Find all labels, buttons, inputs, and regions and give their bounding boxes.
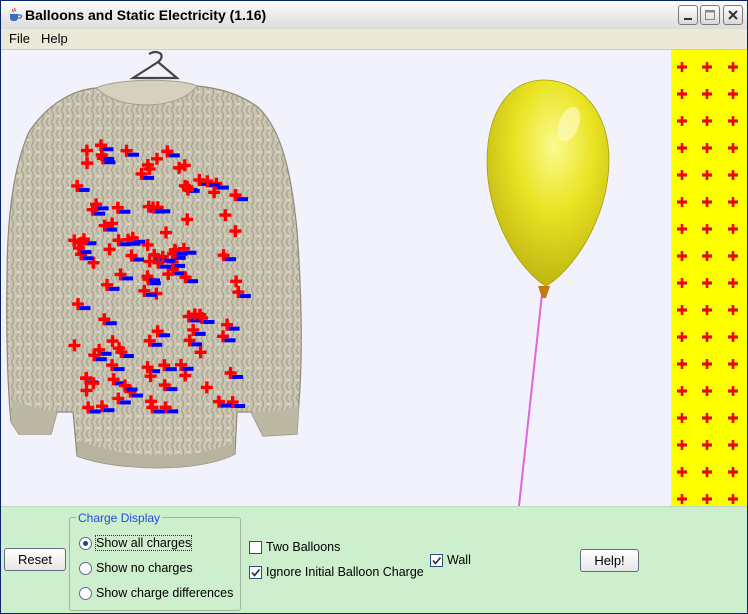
- close-button[interactable]: [723, 5, 743, 25]
- checkbox-box[interactable]: [430, 554, 443, 567]
- maximize-button[interactable]: [700, 5, 720, 25]
- checkbox-check-icon: [251, 568, 261, 577]
- control-panel: Reset Charge Display Show all charges Sh…: [1, 506, 747, 613]
- checkbox-label: Ignore Initial Balloon Charge: [266, 565, 424, 579]
- radio-unselected-icon[interactable]: [79, 587, 92, 600]
- checkbox-check-icon: [432, 556, 442, 565]
- checkbox-box[interactable]: [249, 541, 262, 554]
- balloon: [486, 79, 610, 506]
- radio-label: Show charge differences: [96, 586, 234, 600]
- close-icon: [728, 10, 738, 20]
- checkbox-label: Wall: [447, 553, 471, 567]
- java-cup-icon: [10, 7, 23, 21]
- balloon-string: [518, 293, 543, 506]
- window-title: Balloons and Static Electricity (1.16): [25, 7, 267, 23]
- charge-display-group: Charge Display Show all charges Show no …: [69, 511, 241, 611]
- help-button[interactable]: Help!: [580, 549, 639, 572]
- menu-help[interactable]: Help: [39, 31, 70, 46]
- minimize-button[interactable]: [678, 5, 698, 25]
- title-bar[interactable]: Balloons and Static Electricity (1.16): [1, 1, 747, 30]
- radio-label: Show all charges: [94, 535, 193, 551]
- balloon-body: [486, 79, 610, 287]
- balloon-knot: [538, 286, 550, 298]
- simulation-play-area: [1, 50, 747, 506]
- maximize-icon: [705, 10, 715, 20]
- minimize-icon: [684, 18, 692, 20]
- radio-selected-icon[interactable]: [79, 537, 92, 550]
- charge-display-legend: Charge Display: [76, 511, 163, 525]
- reset-button[interactable]: Reset: [4, 548, 66, 571]
- menu-bar: File Help: [1, 29, 747, 50]
- application-window: Balloons and Static Electricity (1.16) F…: [0, 0, 748, 614]
- checkbox-box[interactable]: [249, 566, 262, 579]
- radio-label: Show no charges: [96, 561, 193, 575]
- radio-unselected-icon[interactable]: [79, 562, 92, 575]
- menu-file[interactable]: File: [7, 31, 32, 46]
- simulation-canvas: [6, 50, 747, 506]
- checkbox-label: Two Balloons: [266, 540, 341, 554]
